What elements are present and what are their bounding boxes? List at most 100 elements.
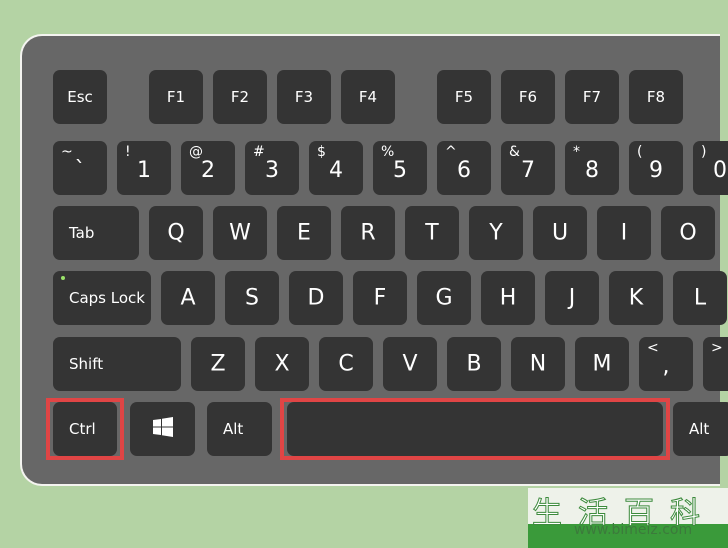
key-label: W	[229, 220, 251, 246]
key-n[interactable]: N	[511, 337, 565, 391]
key-label: Alt	[689, 420, 710, 438]
key-label: 0	[713, 158, 727, 183]
key-f[interactable]: F	[353, 271, 407, 325]
key-q[interactable]: Q	[149, 206, 203, 260]
key-label: U	[551, 220, 569, 246]
key-label: 6	[457, 158, 471, 183]
key-label: M	[592, 351, 612, 377]
key-z[interactable]: Z	[191, 337, 245, 391]
key-u[interactable]: U	[533, 206, 587, 260]
key-6[interactable]: ^ 6	[437, 141, 491, 195]
key-label: H	[499, 285, 517, 311]
key-label: T	[425, 220, 439, 246]
key-label: S	[245, 285, 259, 311]
key-label: `	[74, 158, 86, 183]
key-r[interactable]: R	[341, 206, 395, 260]
key-o[interactable]: O	[661, 206, 715, 260]
key-label: Y	[489, 220, 503, 246]
key-k[interactable]: K	[609, 271, 663, 325]
key-c[interactable]: C	[319, 337, 373, 391]
key-y[interactable]: Y	[469, 206, 523, 260]
key-label: 7	[521, 158, 535, 183]
highlight-ctrl	[46, 398, 124, 460]
key-label: F	[373, 285, 387, 311]
key-a[interactable]: A	[161, 271, 215, 325]
key-0[interactable]: ) 0	[693, 141, 728, 195]
key-tab[interactable]: Tab	[53, 206, 139, 260]
key-caps-lock[interactable]: Caps Lock	[53, 271, 151, 325]
key-label: F7	[582, 88, 602, 106]
key-label: Esc	[67, 88, 93, 106]
key-x[interactable]: X	[255, 337, 309, 391]
key-label: F2	[230, 88, 250, 106]
key-9[interactable]: (9	[629, 141, 683, 195]
key-h[interactable]: H	[481, 271, 535, 325]
key-label: F1	[166, 88, 186, 106]
key-5[interactable]: % 5	[373, 141, 427, 195]
key-label: 5	[393, 158, 407, 183]
key-f4[interactable]: F4	[341, 70, 395, 124]
key-w[interactable]: W	[213, 206, 267, 260]
caps-lock-indicator	[61, 276, 65, 280]
key-label: F6	[518, 88, 538, 106]
highlight-space	[280, 398, 670, 460]
key-label: V	[402, 351, 418, 377]
key-windows-logo-icon[interactable]	[130, 402, 195, 456]
key-label: ,	[662, 354, 670, 379]
key-t[interactable]: T	[405, 206, 459, 260]
key-label: Alt	[223, 420, 244, 438]
key--[interactable]: <,	[639, 337, 693, 391]
key-4[interactable]: $4	[309, 141, 363, 195]
key-m[interactable]: M	[575, 337, 629, 391]
key-2[interactable]: @2	[181, 141, 235, 195]
key-label: Z	[210, 351, 226, 377]
key-3[interactable]: #3	[245, 141, 299, 195]
key--[interactable]: >.	[703, 337, 728, 391]
key-label: G	[435, 285, 453, 311]
key-i[interactable]: I	[597, 206, 651, 260]
key-alt[interactable]: Alt	[673, 402, 728, 456]
key-label: 4	[329, 158, 343, 183]
key-label: F8	[646, 88, 666, 106]
key-label: X	[274, 351, 290, 377]
key-1[interactable]: ! 1	[117, 141, 171, 195]
key-l[interactable]: L	[673, 271, 727, 325]
key-label: A	[180, 285, 196, 311]
key-label: I	[620, 220, 628, 246]
key--[interactable]: ~ `	[53, 141, 107, 195]
key-v[interactable]: V	[383, 337, 437, 391]
key-label: 1	[137, 158, 151, 183]
key-label: 2	[201, 158, 215, 183]
key-f7[interactable]: F7	[565, 70, 619, 124]
key-label: Caps Lock	[69, 289, 145, 307]
key-label: 8	[585, 158, 599, 183]
key-g[interactable]: G	[417, 271, 471, 325]
key-f3[interactable]: F3	[277, 70, 331, 124]
key-shift[interactable]: Shift	[53, 337, 181, 391]
key-s[interactable]: S	[225, 271, 279, 325]
key-label: F4	[358, 88, 378, 106]
key-label: Shift	[69, 355, 104, 373]
key-alt[interactable]: Alt	[207, 402, 272, 456]
key-label: Tab	[69, 224, 95, 242]
key-f5[interactable]: F5	[437, 70, 491, 124]
key-f8[interactable]: F8	[629, 70, 683, 124]
key-label: N	[529, 351, 547, 377]
key-label: B	[466, 351, 482, 377]
key-8[interactable]: * 8	[565, 141, 619, 195]
key-label: R	[360, 220, 376, 246]
key-label: C	[338, 351, 354, 377]
key-j[interactable]: J	[545, 271, 599, 325]
key-label: Q	[167, 220, 185, 246]
key-label: .	[703, 354, 728, 379]
key-d[interactable]: D	[289, 271, 343, 325]
watermark-url: www.bimeiz.com	[574, 522, 693, 538]
key-f6[interactable]: F6	[501, 70, 555, 124]
key-f1[interactable]: F1	[149, 70, 203, 124]
key-f2[interactable]: F2	[213, 70, 267, 124]
key-esc[interactable]: Esc	[53, 70, 107, 124]
key-label: K	[628, 285, 644, 311]
key-7[interactable]: & 7	[501, 141, 555, 195]
key-e[interactable]: E	[277, 206, 331, 260]
key-b[interactable]: B	[447, 337, 501, 391]
